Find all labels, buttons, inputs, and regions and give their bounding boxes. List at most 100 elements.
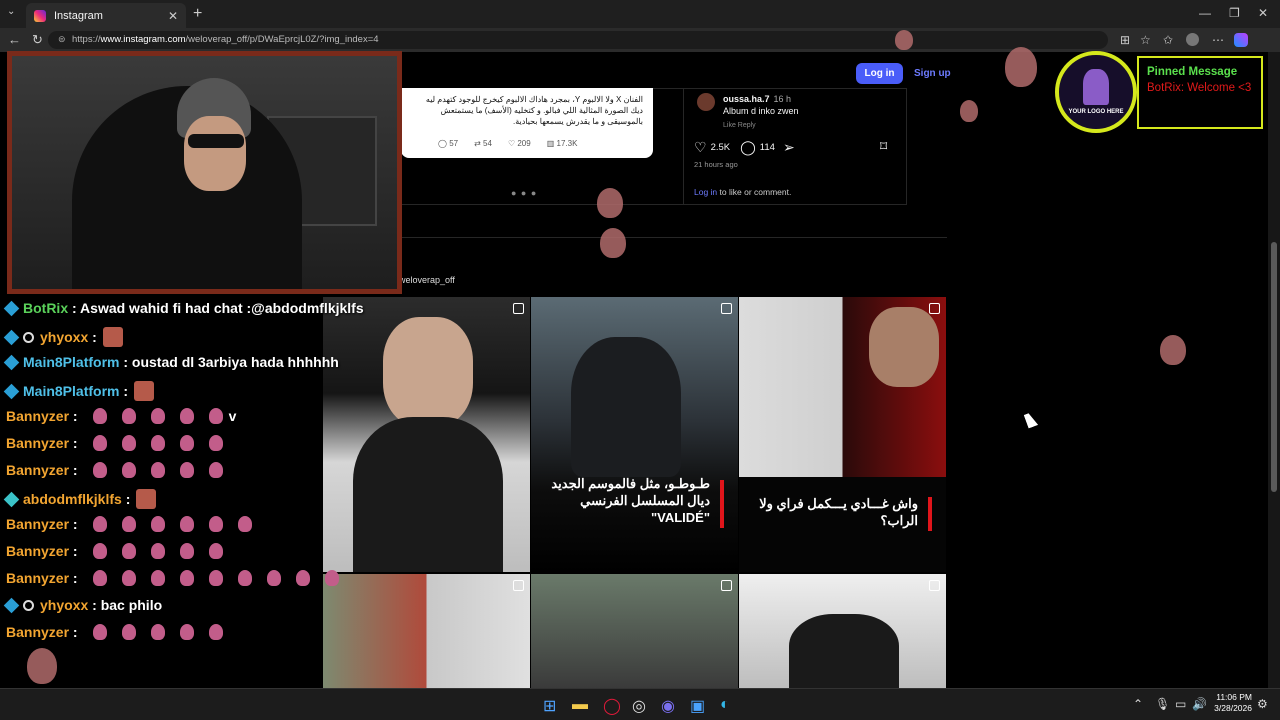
- comment-bubble-icon[interactable]: ◯: [740, 139, 756, 156]
- floating-emote: [960, 100, 978, 122]
- emote-icon: [92, 570, 107, 586]
- edge-icon[interactable]: ◐: [720, 696, 730, 714]
- new-tab-icon[interactable]: +: [193, 5, 202, 23]
- opera-icon[interactable]: ◯: [603, 696, 621, 716]
- back-icon[interactable]: ←: [8, 32, 21, 47]
- close-tab-icon[interactable]: ✕: [168, 9, 178, 23]
- network-icon[interactable]: ▭: [1175, 697, 1186, 711]
- signup-link[interactable]: Sign up: [914, 68, 951, 79]
- minimize-icon[interactable]: —: [1199, 6, 1211, 20]
- emote-icon: [208, 624, 223, 640]
- chat-message: Bannyzer :: [6, 516, 252, 532]
- app-available-icon[interactable]: ⊞: [1120, 33, 1130, 47]
- emote-icon: [237, 516, 252, 532]
- maximize-icon[interactable]: ❐: [1229, 6, 1240, 20]
- grid-post-2[interactable]: طـوطـو، مثل فالموسم الجديد ديال المسلسل …: [531, 297, 738, 572]
- refresh-icon[interactable]: ↻: [32, 32, 43, 48]
- stream-chat: BotRix : Aswad wahid fi had chat :@abdod…: [0, 294, 364, 654]
- file-explorer-icon[interactable]: ▬: [572, 696, 588, 714]
- login-prompt: Log in to like or comment.: [694, 187, 792, 197]
- volume-icon[interactable]: 🔊: [1192, 697, 1207, 711]
- emote-icon: [295, 570, 310, 586]
- emote-icon: [92, 408, 107, 424]
- tray-expand-icon[interactable]: ⌃: [1133, 697, 1143, 711]
- notifications-icon[interactable]: ⚙: [1257, 697, 1268, 711]
- grid-post-1[interactable]: [323, 297, 530, 572]
- webcam-face: [184, 116, 246, 191]
- browser-tab-strip: ⌄ Instagram ✕ + — ❐ ✕: [0, 0, 1280, 28]
- tab-instagram[interactable]: Instagram ✕: [26, 3, 186, 28]
- emote-icon: [179, 516, 194, 532]
- emote-icon: [179, 408, 194, 424]
- reel-icon: [721, 303, 732, 314]
- globe-badge-icon: [23, 599, 34, 611]
- grid-post-5[interactable]: [531, 574, 738, 689]
- chat-username: Bannyzer: [6, 462, 70, 478]
- tab-title: Instagram: [54, 9, 103, 22]
- post-3-face: [869, 307, 939, 387]
- site-info-icon[interactable]: ⊜: [58, 34, 66, 45]
- chat-message: Main8Platform :: [3, 381, 155, 401]
- chat-username: Main8Platform: [23, 383, 120, 399]
- emote-icon: [179, 570, 194, 586]
- login-prompt-link[interactable]: Log in: [694, 187, 717, 197]
- post-actions: ♡ 2.5K ◯ 114 ➢: [694, 139, 799, 156]
- post-6-person: [789, 614, 899, 689]
- logo-text: YOUR LOGO HERE: [1068, 109, 1124, 115]
- comment-avatar[interactable]: [697, 93, 715, 111]
- like-heart-icon[interactable]: ♡: [694, 139, 707, 156]
- grid-post-3[interactable]: واش غـــادي يـــكمل فراي ولا الراب؟: [739, 297, 946, 572]
- channel-logo: YOUR LOGO HERE: [1055, 51, 1137, 133]
- page-scrollbar[interactable]: [1268, 52, 1280, 688]
- emote-icon: [121, 516, 136, 532]
- chat-text: :: [72, 435, 78, 451]
- copilot-icon[interactable]: [1234, 33, 1248, 47]
- emote-icon: [92, 435, 107, 451]
- grid-post-6[interactable]: [739, 574, 946, 689]
- carousel-dots: ● ● ●: [511, 188, 538, 198]
- comment-actions[interactable]: Like Reply: [723, 122, 756, 129]
- login-button[interactable]: Log in: [856, 63, 903, 84]
- discord-icon[interactable]: ◉: [661, 696, 675, 716]
- post-2-people: [571, 337, 681, 477]
- chat-text: : bac philo: [92, 597, 163, 613]
- photos-icon[interactable]: ▣: [690, 696, 705, 716]
- system-clock[interactable]: 11:06 PM 3/28/2026: [1210, 692, 1252, 714]
- chat-text: :: [72, 624, 78, 640]
- verified-badge-icon: [3, 300, 20, 316]
- save-bookmark-icon[interactable]: ⌑: [880, 138, 887, 155]
- emote-icon: [92, 543, 107, 559]
- floating-emote: [27, 648, 57, 684]
- tweet-views: ▥ 17.3K: [546, 139, 578, 148]
- url-field[interactable]: ⊜ https://www.instagram.com/weloverap_of…: [48, 31, 1108, 49]
- tweet-comment-icon: ◯: [438, 139, 447, 148]
- profile-avatar[interactable]: [1186, 33, 1199, 46]
- pinned-message: Pinned Message BotRix: Welcome <3: [1137, 56, 1263, 129]
- tab-actions-icon[interactable]: ⌄: [7, 6, 15, 17]
- sub-badge-icon: [3, 491, 20, 507]
- emote-icon: [121, 570, 136, 586]
- reel-icon: [721, 580, 732, 591]
- more-from-account[interactable]: weloverap_off: [399, 275, 455, 285]
- emote-icon: [266, 570, 281, 586]
- tweet-likes: ♡ 209: [507, 139, 531, 148]
- scroll-thumb[interactable]: [1271, 242, 1277, 492]
- share-send-icon[interactable]: ➢: [783, 139, 795, 156]
- grid-post-4[interactable]: [323, 574, 530, 689]
- obs-icon[interactable]: ◎: [632, 696, 646, 716]
- close-window-icon[interactable]: ✕: [1258, 6, 1268, 20]
- comment-username[interactable]: oussa.ha.7 16 h: [723, 94, 791, 104]
- emote-icon: [121, 543, 136, 559]
- post-1-jacket: [353, 417, 503, 572]
- emote-icon: [208, 408, 223, 424]
- microphone-icon[interactable]: 🎙: [1155, 697, 1170, 711]
- reel-icon: [929, 303, 940, 314]
- emote-icon: [179, 624, 194, 640]
- more-icon[interactable]: ⋯: [1212, 33, 1224, 47]
- floating-emote: [600, 228, 626, 258]
- logo-figure-icon: [1083, 69, 1109, 105]
- emote-icon: [92, 624, 107, 640]
- start-windows-icon[interactable]: ⊞: [543, 696, 556, 716]
- favorite-star-icon[interactable]: ☆: [1140, 33, 1151, 47]
- favorites-icon[interactable]: ✩: [1163, 33, 1173, 47]
